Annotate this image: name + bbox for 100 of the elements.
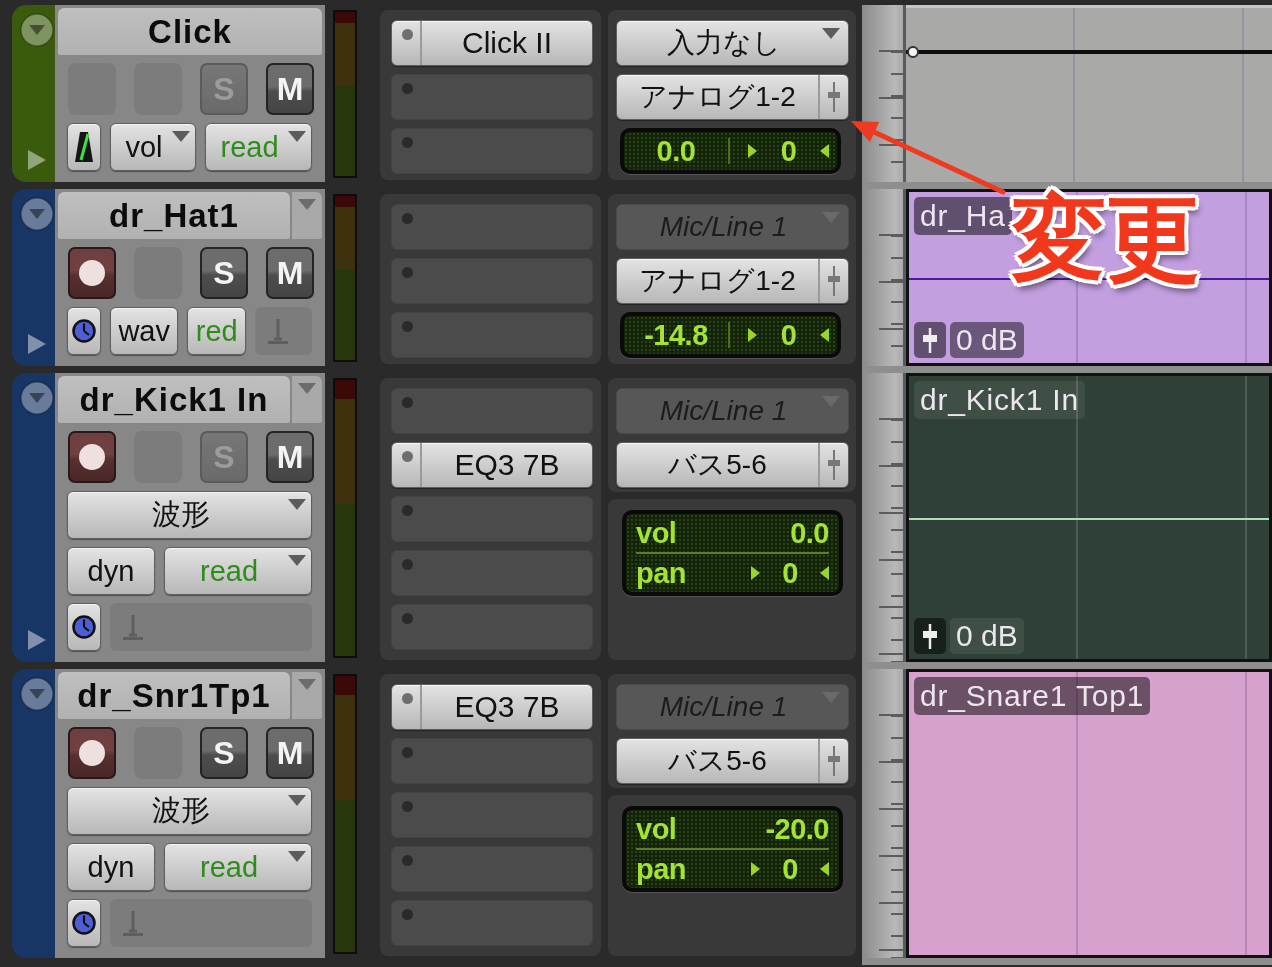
pan-value[interactable]: 0 bbox=[782, 852, 798, 886]
right-triangle-icon bbox=[751, 566, 761, 580]
solo-button[interactable]: S bbox=[200, 247, 248, 299]
caret-icon bbox=[288, 795, 306, 806]
caret-icon bbox=[298, 679, 316, 690]
view-selector[interactable]: 波形 bbox=[67, 491, 312, 539]
pan-label: pan bbox=[636, 852, 687, 886]
caret-circle-icon[interactable] bbox=[19, 197, 54, 231]
metronome-button[interactable] bbox=[67, 123, 101, 171]
pan-value[interactable]: 0 bbox=[782, 556, 798, 590]
clip-name: dr_Snare1 Top1 bbox=[914, 677, 1151, 715]
dot-icon bbox=[402, 213, 413, 224]
audio-clip[interactable]: dr_Snare1 Top1 bbox=[906, 669, 1272, 958]
clock-icon bbox=[72, 615, 96, 639]
stand-icon bbox=[122, 910, 144, 936]
track-name[interactable]: Click bbox=[58, 8, 322, 55]
output-selector[interactable]: アナログ1-2 bbox=[616, 74, 849, 120]
clip-gain[interactable]: 0 dB bbox=[950, 618, 1024, 654]
dot-icon bbox=[402, 855, 413, 866]
caret-icon bbox=[288, 131, 306, 142]
output-selector[interactable]: バス5-6 bbox=[616, 738, 849, 784]
stand-icon bbox=[122, 614, 144, 640]
track-name[interactable]: dr_Snr1Tp1 bbox=[58, 672, 290, 719]
clip-name: dr_Ha bbox=[914, 197, 1012, 235]
timebase-button[interactable] bbox=[67, 603, 101, 651]
caret-icon bbox=[822, 28, 840, 39]
view-selector[interactable]: vol bbox=[110, 123, 196, 171]
caret-icon bbox=[298, 199, 316, 210]
input-selector[interactable]: 入力なし bbox=[616, 20, 849, 66]
timebase-button[interactable] bbox=[67, 899, 101, 947]
insert-slot[interactable]: EQ3 7B bbox=[391, 684, 593, 730]
caret-icon bbox=[172, 131, 190, 142]
volume-value[interactable]: -20.0 bbox=[765, 812, 829, 846]
dot-icon bbox=[402, 137, 413, 148]
track-name[interactable]: dr_Hat1 bbox=[58, 192, 290, 239]
timebase-button[interactable] bbox=[67, 307, 101, 355]
volume-value[interactable]: -14.8 bbox=[644, 318, 708, 352]
fader-icon[interactable] bbox=[914, 618, 946, 654]
track-option-button[interactable]: dyn bbox=[67, 843, 155, 891]
dot-icon bbox=[402, 321, 413, 332]
dot-icon bbox=[402, 909, 413, 920]
insert-slot[interactable]: EQ3 7B bbox=[391, 442, 593, 488]
output-selector[interactable]: アナログ1-2 bbox=[616, 258, 849, 304]
fader-icon bbox=[827, 82, 841, 112]
mute-button[interactable]: M bbox=[266, 63, 314, 115]
clip-gain[interactable]: 0 dB bbox=[950, 322, 1024, 358]
pan-value[interactable]: 0 bbox=[780, 134, 797, 168]
output-selector[interactable]: バス5-6 bbox=[616, 442, 849, 488]
fader-icon[interactable] bbox=[914, 322, 946, 358]
caret-icon bbox=[288, 851, 306, 862]
dot-icon bbox=[402, 397, 413, 408]
fader-icon bbox=[827, 746, 841, 776]
volume-value[interactable]: 0.0 bbox=[656, 134, 696, 168]
record-icon bbox=[79, 444, 105, 470]
dot-icon bbox=[402, 747, 413, 758]
right-triangle-icon[interactable] bbox=[27, 630, 46, 650]
pan-value[interactable]: 0 bbox=[780, 318, 797, 352]
track-name[interactable]: dr_Kick1 In bbox=[58, 376, 290, 423]
track-menu-button[interactable] bbox=[292, 376, 322, 423]
dot-icon bbox=[402, 801, 413, 812]
dot-icon bbox=[402, 29, 413, 40]
dot-icon bbox=[402, 693, 413, 704]
fader-icon bbox=[827, 266, 841, 296]
record-button[interactable] bbox=[68, 247, 116, 299]
fader-icon bbox=[827, 450, 841, 480]
caret-icon bbox=[288, 555, 306, 566]
mute-button[interactable]: M bbox=[266, 727, 314, 779]
clip-name: dr_Kick1 In bbox=[914, 381, 1085, 419]
dot-icon bbox=[402, 559, 413, 570]
caret-circle-icon[interactable] bbox=[19, 677, 54, 711]
caret-icon bbox=[298, 383, 316, 394]
right-triangle-icon bbox=[748, 144, 757, 158]
pan-label: pan bbox=[636, 556, 687, 590]
mute-button[interactable]: M bbox=[266, 247, 314, 299]
clock-icon bbox=[72, 911, 96, 935]
left-triangle-icon bbox=[820, 566, 829, 580]
track-menu-button[interactable] bbox=[292, 672, 322, 719]
record-button[interactable] bbox=[68, 431, 116, 483]
volume-value[interactable]: 0.0 bbox=[790, 516, 829, 550]
insert-slot[interactable]: Click II bbox=[391, 20, 593, 66]
record-button[interactable] bbox=[68, 727, 116, 779]
right-triangle-icon[interactable] bbox=[27, 334, 46, 354]
left-triangle-icon bbox=[820, 862, 829, 876]
view-selector[interactable]: wav bbox=[110, 307, 179, 355]
stand-icon bbox=[267, 318, 290, 344]
view-selector[interactable]: 波形 bbox=[67, 787, 312, 835]
metronome-icon bbox=[74, 131, 94, 163]
mute-button[interactable]: M bbox=[266, 431, 314, 483]
automation-node-icon[interactable] bbox=[907, 46, 919, 58]
audio-clip[interactable]: dr_Kick1 In 0 dB bbox=[906, 373, 1272, 662]
dot-icon bbox=[402, 613, 413, 624]
track-option-button[interactable]: dyn bbox=[67, 547, 155, 595]
track-menu-button[interactable] bbox=[292, 192, 322, 239]
dot-icon bbox=[402, 505, 413, 516]
caret-circle-icon[interactable] bbox=[19, 381, 54, 415]
caret-circle-icon[interactable] bbox=[19, 13, 54, 47]
volume-label: vol bbox=[636, 516, 677, 550]
right-triangle-icon[interactable] bbox=[27, 150, 46, 170]
solo-button[interactable]: S bbox=[200, 727, 248, 779]
record-icon bbox=[79, 740, 105, 766]
